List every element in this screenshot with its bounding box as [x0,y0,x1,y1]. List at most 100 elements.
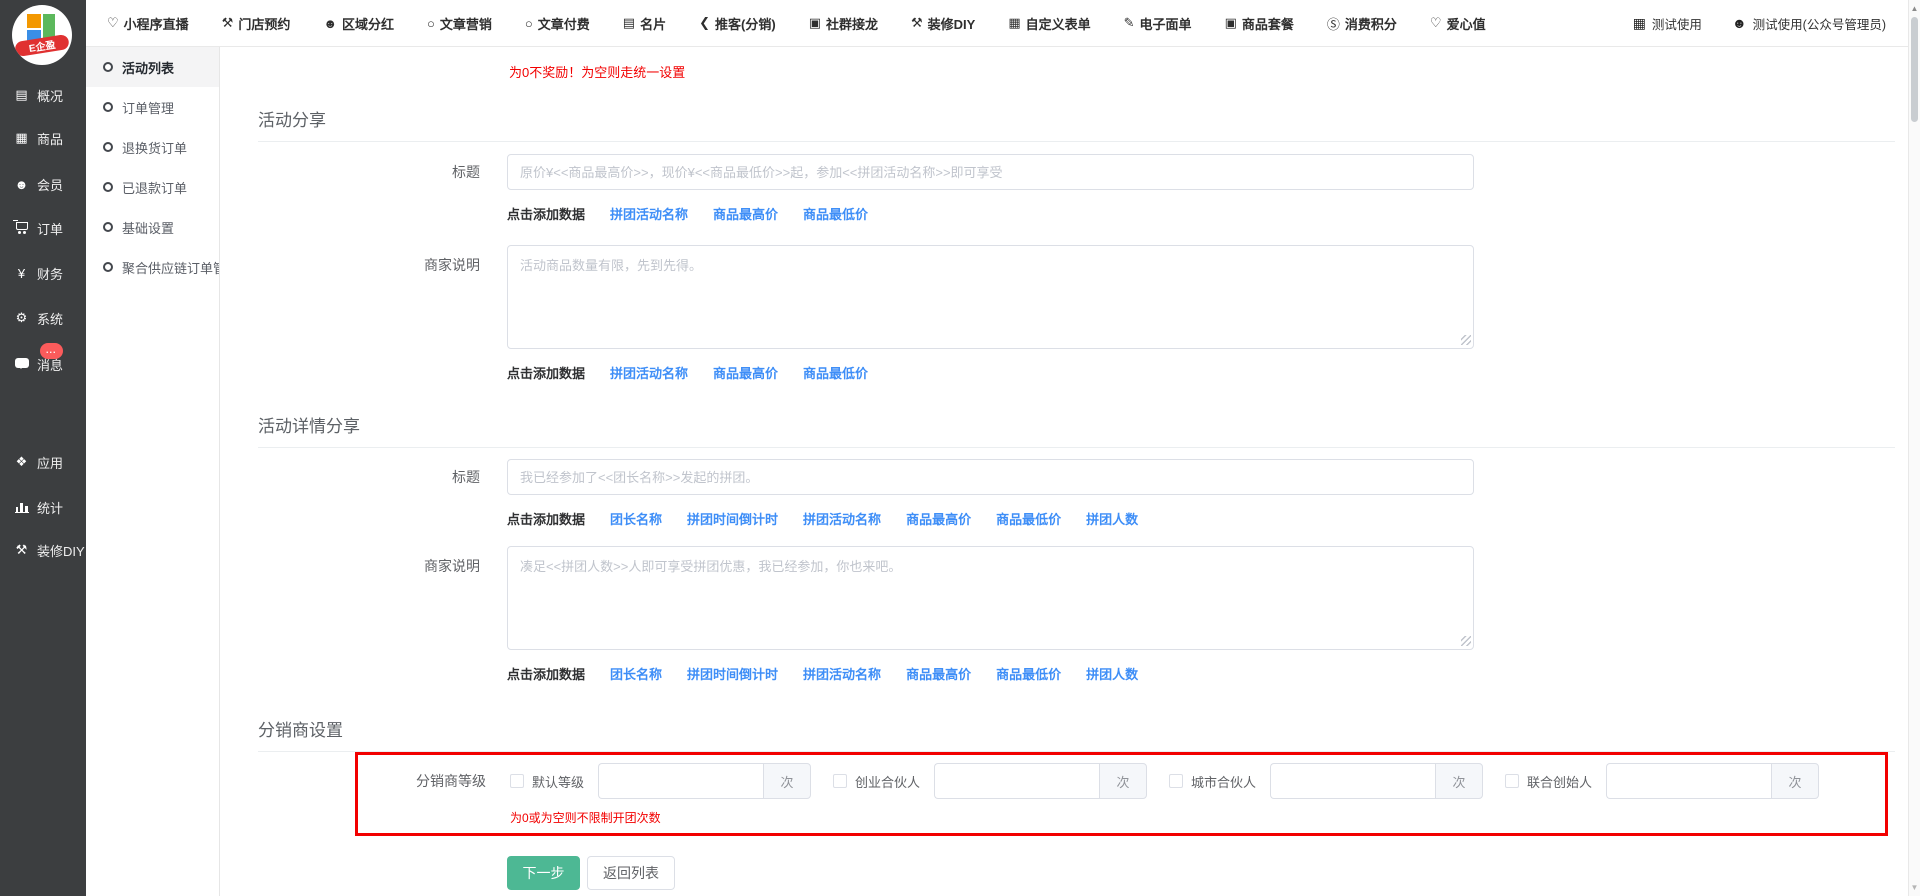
sidebar-item-stats[interactable]: 统计 [0,497,86,517]
insert-token-link[interactable]: 商品最低价 [803,204,868,223]
insert-token-link[interactable]: 拼团活动名称 [610,204,688,223]
sidebar-item-messages[interactable]: 消息 ... [0,354,86,374]
topnav-item-product-package[interactable]: ▣ 商品套餐 [1225,14,1294,33]
radio-ring-icon [103,222,113,232]
scroll-down-arrow-icon[interactable]: ▼ [1909,883,1920,892]
detail-desc-textarea[interactable] [507,546,1474,650]
workspace-switcher[interactable]: ▦ 测试使用 [1633,14,1702,33]
topnav-item-region-bonus[interactable]: ☻ 区域分红 [323,14,394,33]
sidebar-item-label: 应用 [37,453,63,472]
insert-token-link[interactable]: 商品最高价 [713,363,778,382]
topnav-label: 文章付费 [538,14,590,33]
submenu-label: 已退款订单 [122,178,187,197]
topnav-item-love-value[interactable]: ♡ 爱心值 [1430,14,1486,33]
insert-token-link[interactable]: 商品最高价 [906,664,971,683]
sidebar-item-members[interactable]: ☻ 会员 [0,174,86,194]
scrollbar-thumb[interactable] [1911,17,1918,122]
sidebar-item-label: 装修DIY [37,541,85,560]
user-icon: ☻ [1732,15,1747,31]
city-partner-checkbox[interactable] [1169,774,1183,788]
sidebar-item-apps[interactable]: ❖ 应用 [0,452,86,472]
topnav-item-article-marketing[interactable]: ○ 文章营销 [427,14,492,33]
startup-partner-times-input[interactable] [934,763,1099,799]
topnav-item-custom-form[interactable]: ▦ 自定义表单 [1008,14,1090,33]
edit-icon: ✎ [1124,15,1135,31]
default-level-checkbox[interactable] [510,774,524,788]
yen-icon: ¥ [13,266,30,281]
sidebar-item-label: 会员 [37,175,63,194]
insert-token-link[interactable]: 团长名称 [610,664,662,683]
level-group-startup-partner: 创业合伙人 次 [833,763,1147,799]
insert-token-link[interactable]: 拼团人数 [1086,509,1138,528]
topnav-label: 消费积分 [1345,14,1397,33]
insert-token-link[interactable]: 商品最高价 [713,204,778,223]
topnav-item-consume-points[interactable]: Ⓢ 消费积分 [1327,14,1397,33]
topnav-item-store-booking[interactable]: ⚒ 门店预约 [222,14,291,33]
insert-token-link[interactable]: 拼团活动名称 [803,664,881,683]
insert-token-link[interactable]: 商品最高价 [906,509,971,528]
back-to-list-button[interactable]: 返回列表 [587,856,675,890]
topnav-item-e-waybill[interactable]: ✎ 电子面单 [1124,14,1192,33]
topnav-item-live[interactable]: ♡ 小程序直播 [107,14,189,33]
brand-logo[interactable]: E企盈 [12,5,72,65]
insert-token-link[interactable]: 拼团时间倒计时 [687,664,778,683]
hammer-icon: ⚒ [13,542,30,558]
cofounder-checkbox[interactable] [1505,774,1519,788]
detail-title-input[interactable] [507,459,1474,495]
radio-ring-icon [103,182,113,192]
add-data-label: 点击添加数据 [507,204,585,223]
topnav-item-decorate-diy[interactable]: ⚒ 装修DIY [911,14,975,33]
times-suffix: 次 [1771,763,1819,799]
sidebar-item-finance[interactable]: ¥ 财务 [0,263,86,283]
city-partner-times-input[interactable] [1270,763,1435,799]
submenu-item-basic-settings[interactable]: 基础设置 [86,207,219,247]
checkbox-label: 创业合伙人 [855,772,920,791]
apps-icon: ❖ [13,454,30,470]
insert-token-link[interactable]: 拼团人数 [1086,664,1138,683]
picture-icon: ▣ [1225,15,1237,31]
submenu-label: 退换货订单 [122,138,187,157]
insert-token-link[interactable]: 商品最低价 [803,363,868,382]
topnav-label: 商品套餐 [1242,14,1294,33]
insert-token-link[interactable]: 商品最低价 [996,509,1061,528]
submenu-item-activity-list[interactable]: 活动列表 [86,47,219,87]
sidebar-item-goods[interactable]: ▦ 商品 [0,128,86,148]
share-title-input[interactable] [507,154,1474,190]
topnav-label: 小程序直播 [124,14,189,33]
sidebar-item-orders[interactable]: 订单 [0,218,86,238]
topnav-item-article-pay[interactable]: ○ 文章付费 [525,14,590,33]
account-menu[interactable]: ☻ 测试使用(公众号管理员) [1732,14,1886,33]
image-icon: ▣ [809,15,821,31]
topnav-item-business-card[interactable]: ▤ 名片 [623,14,666,33]
sidebar-item-label: 概况 [37,86,63,105]
add-data-label: 点击添加数据 [507,509,585,528]
default-level-times-input[interactable] [598,763,763,799]
sidebar-item-overview[interactable]: ▤ 概况 [0,85,86,105]
sidebar-item-system[interactable]: ⚙ 系统 [0,308,86,328]
submenu-item-return-orders[interactable]: 退换货订单 [86,127,219,167]
share-desc-textarea[interactable] [507,245,1474,349]
insert-token-link[interactable]: 拼团活动名称 [610,363,688,382]
insert-token-link[interactable]: 商品最低价 [996,664,1061,683]
insert-token-link[interactable]: 拼团时间倒计时 [687,509,778,528]
next-step-button[interactable]: 下一步 [507,856,580,890]
submenu-item-order-management[interactable]: 订单管理 [86,87,219,127]
insert-token-link[interactable]: 团长名称 [610,509,662,528]
level-group-city-partner: 城市合伙人 次 [1169,763,1483,799]
topnav-label: 爱心值 [1447,14,1486,33]
cofounder-times-input[interactable] [1606,763,1771,799]
main-content: 为0不奖励！为空则走统一设置 活动分享 标题 点击添加数据 拼团活动名称 商品最… [220,47,1908,896]
top-nav-menu: ♡ 小程序直播 ⚒ 门店预约 ☻ 区域分红 ○ 文章营销 ○ 文章付费 ▤ 名片… [107,14,1486,33]
sidebar-item-decorate-diy[interactable]: ⚒ 装修DIY [0,540,86,560]
scroll-up-arrow-icon[interactable]: ▲ [1909,4,1920,13]
submenu-item-refunded-orders[interactable]: 已退款订单 [86,167,219,207]
sidebar-item-label: 商品 [37,129,63,148]
topnav-item-promoter[interactable]: ❮ 推客(分销) [699,14,776,33]
topnav-item-group-chain[interactable]: ▣ 社群接龙 [809,14,878,33]
topnav-label: 自定义表单 [1026,14,1091,33]
insert-token-link[interactable]: 拼团活动名称 [803,509,881,528]
vertical-scrollbar[interactable]: ▲ ▼ [1908,0,1920,896]
startup-partner-checkbox[interactable] [833,774,847,788]
submenu-item-supply-chain-orders[interactable]: 聚合供应链订单管理 [86,247,219,287]
field-label-merchant-desc: 商家说明 [258,546,507,683]
